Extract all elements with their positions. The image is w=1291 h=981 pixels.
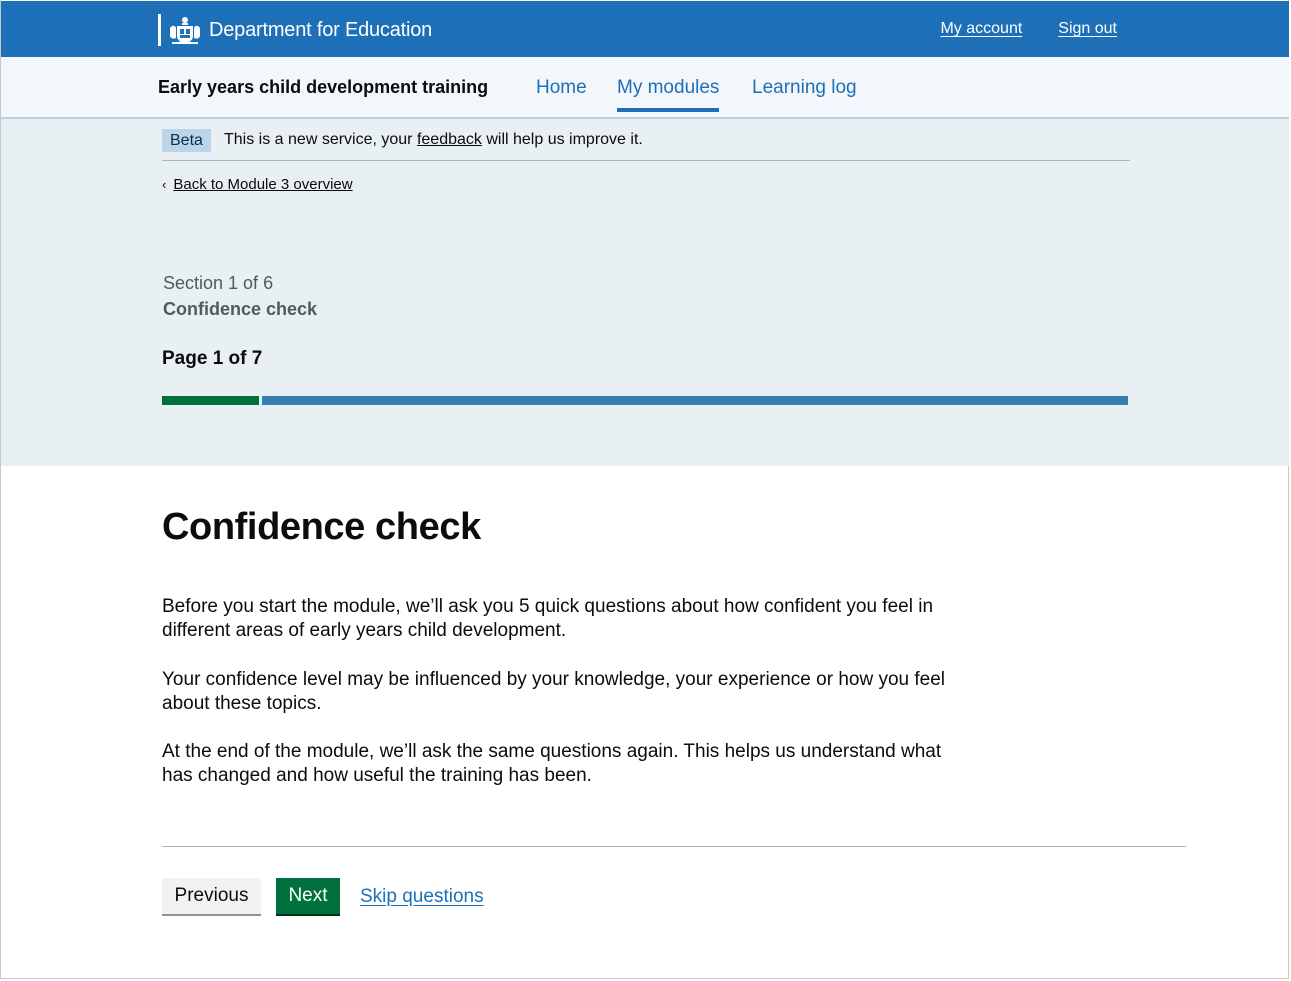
dfe-logo[interactable]: Department for Education bbox=[158, 14, 432, 46]
sign-out-link[interactable]: Sign out bbox=[1058, 20, 1117, 38]
beta-tag: Beta bbox=[162, 129, 211, 152]
section-count: Section 1 of 6 bbox=[163, 273, 274, 293]
next-button[interactable]: Next bbox=[276, 878, 340, 914]
my-account-link[interactable]: My account bbox=[940, 20, 1022, 38]
back-link[interactable]: ‹ Back to Module 3 overview bbox=[162, 176, 353, 193]
account-links: My account Sign out bbox=[940, 20, 1117, 38]
intro-paragraph-1: Before you start the module, we’ll ask y… bbox=[162, 596, 934, 641]
service-navigation: Early years child development training H… bbox=[1, 57, 1289, 119]
intro-paragraph-2: Your confidence level may be influenced … bbox=[162, 669, 945, 714]
phase-banner-text-before: This is a new service, your bbox=[224, 131, 417, 148]
phase-banner-text-after: will help us improve it. bbox=[481, 131, 643, 148]
nav-item-my-modules[interactable]: My modules bbox=[617, 77, 720, 112]
org-name: Department for Education bbox=[209, 18, 433, 41]
progress-bar-remaining bbox=[261, 396, 1128, 405]
progress-bar-complete bbox=[162, 396, 259, 405]
skip-questions-link[interactable]: Skip questions bbox=[360, 886, 484, 908]
back-link-label: Back to Module 3 overview bbox=[173, 176, 353, 193]
section-title: Confidence check bbox=[163, 299, 318, 319]
module-progress-band: Beta This is a new service, your feedbac… bbox=[1, 119, 1289, 466]
nav-item-learning-log[interactable]: Learning log bbox=[752, 77, 857, 99]
site-header: Department for Education My account Sign… bbox=[1, 1, 1289, 57]
phase-banner-text: This is a new service, your feedback wil… bbox=[224, 131, 643, 149]
service-name[interactable]: Early years child development training bbox=[158, 77, 488, 98]
feedback-link[interactable]: feedback bbox=[417, 131, 482, 148]
chevron-left-icon: ‹ bbox=[162, 177, 167, 192]
intro-paragraph-3: At the end of the module, we’ll ask the … bbox=[162, 741, 942, 786]
phase-banner: Beta This is a new service, your feedbac… bbox=[162, 129, 1130, 161]
logo-bar bbox=[158, 14, 161, 46]
royal-crest-icon bbox=[170, 17, 200, 44]
progress-bar bbox=[162, 396, 1128, 405]
previous-button[interactable]: Previous bbox=[162, 878, 261, 914]
page-count: Page 1 of 7 bbox=[162, 348, 263, 369]
section-divider bbox=[162, 846, 1186, 847]
page-title: Confidence check bbox=[162, 506, 481, 548]
nav-item-home[interactable]: Home bbox=[536, 77, 587, 99]
